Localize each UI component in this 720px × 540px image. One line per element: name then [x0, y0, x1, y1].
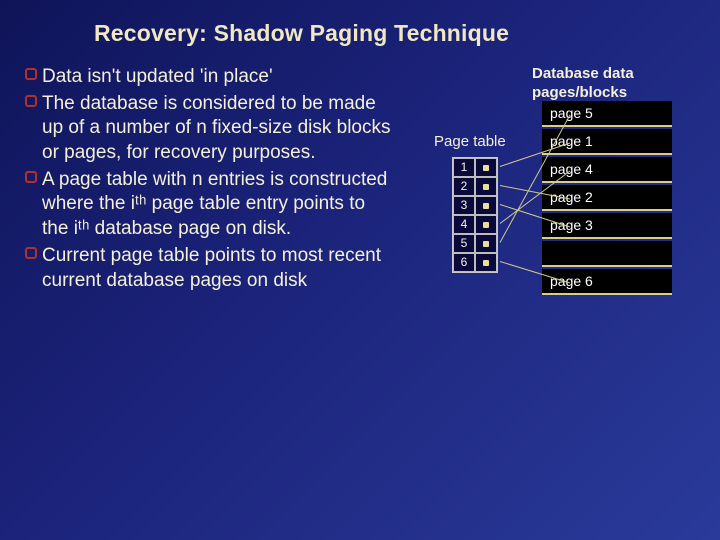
db-block: page 1 [542, 129, 672, 155]
page-table-pointer [475, 177, 497, 196]
db-blocks: page 5page 1page 4page 2page 3 page 6 [542, 101, 672, 297]
page-table-index: 6 [453, 253, 475, 272]
bullet-item: A page table with n entries is construct… [24, 168, 394, 242]
page-table-pointer [475, 196, 497, 215]
db-block: page 3 [542, 213, 672, 239]
page-table-pointer [475, 253, 497, 272]
page-table-pointer [475, 234, 497, 253]
bullet-column: Data isn't updated 'in place'The databas… [24, 65, 394, 295]
page-table-index: 4 [453, 215, 475, 234]
page-table: 123456 [452, 157, 498, 273]
bullet-item: Data isn't updated 'in place' [24, 65, 394, 90]
page-table-row: 2 [453, 177, 497, 196]
page-table-index: 2 [453, 177, 475, 196]
db-block: page 5 [542, 101, 672, 127]
slide: Recovery: Shadow Paging Technique Data i… [0, 0, 720, 540]
page-table-pointer [475, 215, 497, 234]
bullet-text: The database is considered to be made up… [42, 92, 394, 166]
db-block: page 6 [542, 269, 672, 295]
page-table-index: 1 [453, 158, 475, 177]
page-table-row: 5 [453, 234, 497, 253]
page-table-index: 3 [453, 196, 475, 215]
bullet-text: A page table with n entries is construct… [42, 168, 394, 242]
bullet-icon [24, 246, 42, 293]
db-block-empty [542, 241, 672, 267]
bullet-text: Data isn't updated 'in place' [42, 65, 394, 90]
bullet-list: Data isn't updated 'in place'The databas… [24, 65, 394, 293]
page-table-row: 3 [453, 196, 497, 215]
content-area: Data isn't updated 'in place'The databas… [24, 65, 696, 295]
bullet-icon [24, 67, 42, 90]
db-block: page 2 [542, 185, 672, 211]
bullet-text: Current page table points to most recent… [42, 244, 394, 293]
db-block: page 4 [542, 157, 672, 183]
bullet-icon [24, 94, 42, 166]
page-table-row: 4 [453, 215, 497, 234]
diagram-area: Database data pages/blocks Page table 12… [394, 65, 696, 295]
bullet-item: The database is considered to be made up… [24, 92, 394, 166]
page-table-index: 5 [453, 234, 475, 253]
bullet-icon [24, 170, 42, 242]
slide-title: Recovery: Shadow Paging Technique [94, 20, 696, 47]
db-blocks-heading: Database data pages/blocks [532, 65, 672, 103]
page-table-pointer [475, 158, 497, 177]
page-table-row: 6 [453, 253, 497, 272]
page-table-heading: Page table [434, 133, 506, 150]
page-table-row: 1 [453, 158, 497, 177]
bullet-item: Current page table points to most recent… [24, 244, 394, 293]
